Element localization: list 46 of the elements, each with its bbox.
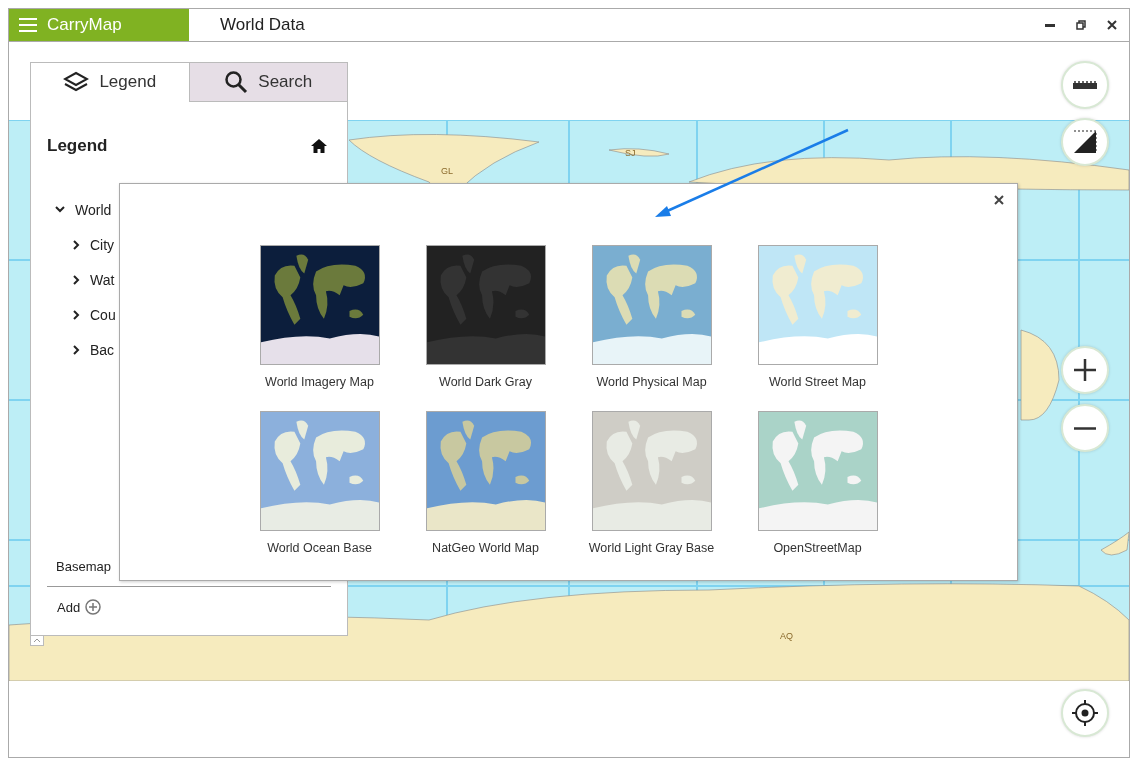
layers-icon xyxy=(63,71,90,93)
set-square-icon xyxy=(1072,129,1098,155)
plus-icon xyxy=(1074,359,1096,381)
tree-item[interactable]: Bac xyxy=(73,332,115,367)
caret-up-icon xyxy=(33,638,41,643)
chevron-right-icon xyxy=(73,239,80,250)
panel-heading: Legend xyxy=(47,136,108,156)
tree-item[interactable]: Wat xyxy=(73,262,115,297)
app-name: CarryMap xyxy=(47,15,122,35)
basemap-option[interactable]: World Physical Map xyxy=(576,245,727,411)
map-label: AQ xyxy=(780,631,793,641)
map-label: GL xyxy=(441,166,453,176)
scroll-up-button[interactable] xyxy=(30,635,44,646)
basemap-option[interactable]: World Imagery Map xyxy=(244,245,395,411)
tree-item[interactable]: Cou xyxy=(73,297,116,332)
close-icon xyxy=(994,195,1004,205)
search-icon xyxy=(224,70,249,94)
crosshair-icon xyxy=(1072,700,1098,726)
landmass xyxy=(608,148,670,157)
minus-icon xyxy=(1074,426,1096,430)
chevron-right-icon xyxy=(73,274,80,285)
basemap-option[interactable]: World Street Map xyxy=(742,245,893,411)
close-icon xyxy=(1107,20,1117,30)
minimize-icon xyxy=(1045,23,1055,27)
chevron-right-icon xyxy=(73,309,80,320)
map-label: SJ xyxy=(625,148,636,158)
panel-tab[interactable]: Search xyxy=(188,63,347,102)
plus-circle-icon xyxy=(85,599,102,615)
window-title: World Data xyxy=(220,15,306,35)
add-button[interactable]: Add xyxy=(51,599,108,615)
ruler-icon xyxy=(1073,81,1097,89)
chevron-down-icon xyxy=(55,206,65,213)
basemap-option[interactable]: World Dark Gray xyxy=(410,245,561,411)
basemap-option[interactable]: World Light Gray Base xyxy=(576,411,727,577)
restore-icon xyxy=(1076,20,1086,30)
basemap-option[interactable]: OpenStreetMap xyxy=(742,411,893,577)
landmass xyxy=(1100,531,1129,556)
chevron-right-icon xyxy=(73,344,80,355)
basemap-option[interactable]: NatGeo World Map xyxy=(410,411,561,577)
basemap-label: Basemap xyxy=(56,559,111,574)
home-icon[interactable] xyxy=(311,139,327,153)
tree-item[interactable]: City xyxy=(73,227,115,262)
tree-item[interactable]: World xyxy=(55,192,112,227)
locate-button[interactable] xyxy=(1061,689,1109,737)
basemap-option[interactable]: World Ocean Base xyxy=(244,411,395,577)
ruler-button[interactable] xyxy=(1061,61,1109,109)
